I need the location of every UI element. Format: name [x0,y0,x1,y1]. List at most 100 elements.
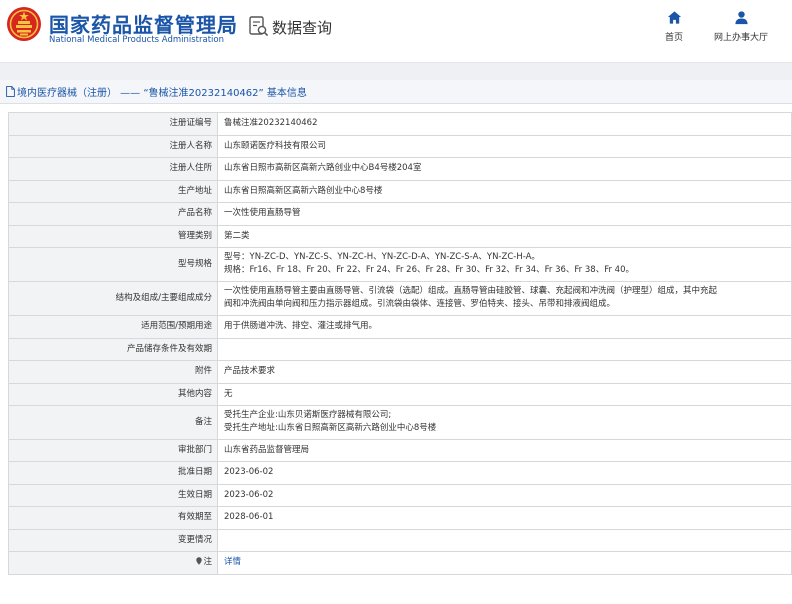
field-value: 用于供肠道冲洗、排空、灌注或排气用。 [217,315,792,339]
document-icon [6,86,15,97]
home-icon [667,11,681,24]
table-row: 注 详情 [8,551,792,575]
table-row: 备注 受托生产企业:山东贝诺斯医疗器械有限公司; 受托生产地址:山东省日照高新区高新… [8,405,792,440]
field-value-text: 规格：Fr16、Fr 18、Fr 20、Fr 22、Fr 24、Fr 26、Fr… [224,265,634,276]
field-value[interactable]: 详情 [217,551,792,575]
breadcrumb: 境内医疗器械（注册） —— “鲁械注准20232140462” 基本信息 [0,80,792,104]
field-label-text: 产品名称 [177,208,212,219]
field-label: 审批部门 [8,438,218,462]
field-label-text: 结构及组成/主要组成成分 [115,292,212,303]
field-label-text: 型号规格 [177,258,212,269]
user-icon [734,11,748,25]
field-label-text: 备注 [194,416,212,427]
table-row: 生产地址 山东省日照高新区高新六路创业中心8号楼 [8,179,792,203]
field-label: 有效期至 [8,506,218,530]
field-label: 管理类别 [8,224,218,248]
field-label: 结构及组成/主要组成成分 [8,280,218,316]
field-value: 鲁械注准20232140462 [217,112,792,136]
field-value: 山东省日照市高新区高新六路创业中心B4号楼204室 [217,157,792,181]
field-value-text: 鲁械注准20232140462 [224,118,318,129]
field-value: 一次性使用直肠导管 [217,202,792,226]
table-row: 其他内容 无 [8,382,792,406]
field-label: 变更情况 [8,528,218,552]
field-label-text: 注册证编号 [169,118,212,129]
field-value: 山东省药品监督管理局 [217,438,792,462]
field-label-text: 注 [203,557,212,568]
table-row: 生效日期 2023-06-02 [8,483,792,507]
field-label: 注册人住所 [8,157,218,181]
document-search-icon [249,16,269,37]
field-value: 产品技术要求 [217,360,792,384]
table-row: 产品储存条件及有效期 [8,337,792,361]
field-label: 批准日期 [8,461,218,485]
field-label-text: 适用范围/预期用途 [141,321,212,332]
field-label-text: 其他内容 [177,388,212,399]
field-label: 产品储存条件及有效期 [8,337,218,361]
field-value-text: 产品技术要求 [224,366,276,377]
table-row: 型号规格 型号：YN-ZC-D、YN-ZC-S、YN-ZC-H、YN-ZC-D-A… [8,247,792,282]
field-value-text: 山东省日照市高新区高新六路创业中心B4号楼204室 [224,163,422,174]
field-label-text: 注册人住所 [169,163,212,174]
field-value: 山东颐诺医疗科技有限公司 [217,134,792,158]
field-value-text: 山东颐诺医疗科技有限公司 [224,140,327,151]
table-row: 有效期至 2028-06-01 [8,506,792,530]
page-title: 境内医疗器械（注册） —— “鲁械注准20232140462” 基本信息 [17,88,307,99]
field-value-text: 受托生产企业:山东贝诺斯医疗器械有限公司; [224,410,392,421]
field-value: 山东省日照高新区高新六路创业中心8号楼 [217,179,792,203]
field-value-text: 一次性使用直肠导管 [224,208,301,219]
data-query-label: 数据查询 [272,18,333,37]
field-value: 2023-06-02 [217,461,792,485]
field-value-text: 山东省药品监督管理局 [224,444,310,455]
table-row: 管理类别 第二类 [8,224,792,248]
field-label: 备注 [8,405,218,440]
field-value: 2028-06-01 [217,506,792,530]
site-header: 国家药品监督管理局 National Medical Products Admi… [0,0,792,62]
field-value: 第二类 [217,224,792,248]
table-row: 适用范围/预期用途 用于供肠道冲洗、排空、灌注或排气用。 [8,315,792,339]
field-label: 注册人名称 [8,134,218,158]
field-label: 附件 [8,360,218,384]
field-label-text: 变更情况 [177,534,212,545]
field-label-text: 有效期至 [177,512,212,523]
field-value [217,337,792,361]
field-label: 注册证编号 [8,112,218,136]
table-row: 附件 产品技术要求 [8,360,792,384]
field-value [217,528,792,552]
national-emblem-icon [7,7,41,41]
table-row: 产品名称 一次性使用直肠导管 [8,202,792,226]
data-query-link[interactable]: 数据查询 [249,14,332,40]
field-label: 生效日期 [8,483,218,507]
location-pin-icon [196,557,203,565]
field-label: 注 [8,551,218,575]
field-label-text: 生产地址 [177,185,212,196]
field-label: 其他内容 [8,382,218,406]
field-value-text: 2023-06-02 [224,467,274,478]
table-row: 结构及组成/主要组成成分 一次性使用直肠导管主要由直肠导管、引流袋（选配）组成。直… [8,280,792,316]
field-label: 生产地址 [8,179,218,203]
field-label-text: 管理类别 [177,230,212,241]
table-row: 注册人名称 山东颐诺医疗科技有限公司 [8,134,792,158]
field-label-text: 注册人名称 [169,140,212,151]
field-value-text: 第二类 [224,230,250,241]
field-label-text: 审批部门 [177,444,212,455]
field-label-text: 生效日期 [177,489,212,500]
field-value-text: 用于供肠道冲洗、排空、灌注或排气用。 [224,321,378,332]
field-label: 适用范围/预期用途 [8,315,218,339]
field-value: 2023-06-02 [217,483,792,507]
nav-online-hall-button[interactable]: 网上办事大厅 [708,10,774,43]
site-title: 国家药品监督管理局 [49,13,238,37]
nav-home-label: 首页 [664,33,683,43]
table-row: 批准日期 2023-06-02 [8,461,792,485]
field-label: 产品名称 [8,202,218,226]
field-value-text: 阀和冲洗阀由单向阀和压力指示器组成。引流袋由袋体、连接管、罗伯特夹、接头、吊带和… [224,299,616,310]
table-row: 审批部门 山东省药品监督管理局 [8,438,792,462]
field-label: 型号规格 [8,247,218,282]
nav-home-button[interactable]: 首页 [656,10,692,43]
table-row: 注册证编号 鲁械注准20232140462 [8,112,792,136]
field-value-text: 山东省日照高新区高新六路创业中心8号楼 [224,185,383,196]
field-value-text: 2023-06-02 [224,489,274,500]
details-link[interactable]: 详情 [224,556,785,569]
field-label-text: 产品储存条件及有效期 [126,343,212,354]
field-value-text: 2028-06-01 [224,512,274,523]
field-value-text: 无 [224,388,233,399]
